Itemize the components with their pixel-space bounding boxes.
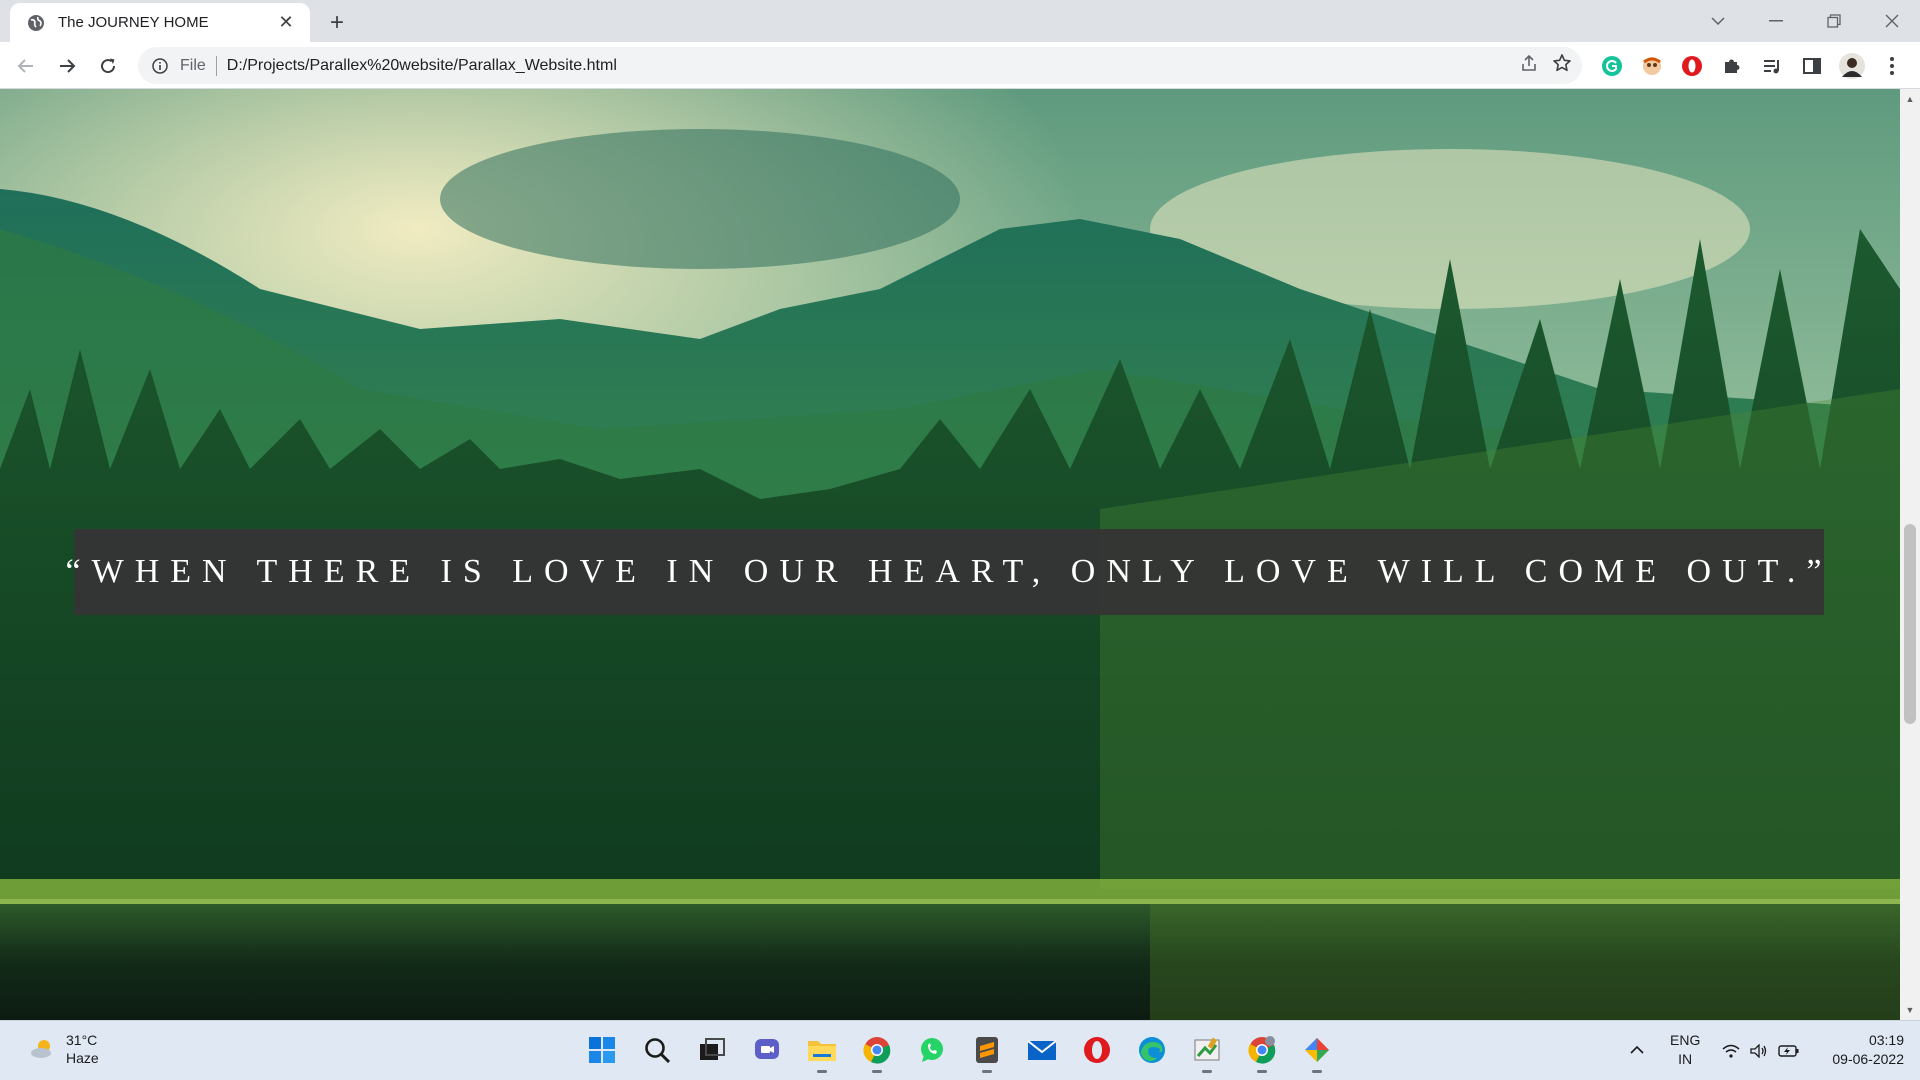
close-window-button[interactable] bbox=[1864, 0, 1920, 42]
start-icon[interactable] bbox=[582, 1030, 622, 1070]
windows-taskbar: 31°C Haze ENG IN 03:19 09-06-2022 bbox=[0, 1020, 1920, 1080]
search-icon[interactable] bbox=[637, 1030, 677, 1070]
back-button[interactable] bbox=[9, 49, 43, 83]
language-line2: IN bbox=[1678, 1051, 1693, 1067]
url-separator bbox=[215, 55, 217, 76]
tab-strip: The JOURNEY HOME ✕ + bbox=[0, 0, 1920, 42]
share-icon[interactable] bbox=[1520, 54, 1538, 77]
quote-banner: “WHEN THERE IS LOVE IN OUR HEART, ONLY L… bbox=[66, 529, 1824, 615]
scroll-down-arrow[interactable]: ▼ bbox=[1900, 1002, 1920, 1018]
address-bar[interactable]: File D:/Projects/Parallex%20website/Para… bbox=[138, 47, 1582, 84]
volume-icon bbox=[1750, 1044, 1767, 1058]
minimize-button[interactable] bbox=[1748, 0, 1804, 42]
new-tab-button[interactable]: + bbox=[322, 8, 352, 38]
restore-icon bbox=[1827, 14, 1841, 28]
media-queue-icon[interactable] bbox=[1757, 51, 1787, 81]
avatar-extension-icon[interactable] bbox=[1637, 51, 1667, 81]
tab-search-button[interactable] bbox=[1690, 0, 1746, 42]
extensions-puzzle-icon[interactable] bbox=[1717, 51, 1747, 81]
weather-temp: 31°C bbox=[66, 1032, 98, 1048]
system-clock[interactable]: 03:19 09-06-2022 bbox=[1820, 1031, 1904, 1069]
mail-icon[interactable] bbox=[1022, 1030, 1062, 1070]
grammarly-extension-icon[interactable] bbox=[1597, 51, 1627, 81]
language-line1: ENG bbox=[1670, 1032, 1701, 1048]
scroll-up-arrow[interactable]: ▲ bbox=[1900, 91, 1920, 107]
url-scheme: File bbox=[180, 56, 206, 74]
battery-charging-icon bbox=[1778, 1045, 1799, 1057]
reload-icon bbox=[101, 58, 116, 74]
clock-date: 09-06-2022 bbox=[1832, 1051, 1904, 1067]
chrome-profile-icon[interactable] bbox=[1242, 1030, 1282, 1073]
weather-haze-icon bbox=[31, 1040, 51, 1058]
page-viewport: “WHEN THERE IS LOVE IN OUR HEART, ONLY L… bbox=[0, 89, 1900, 1020]
file-explorer-icon[interactable] bbox=[802, 1030, 842, 1073]
minimize-icon bbox=[1769, 20, 1783, 22]
side-panel-icon[interactable] bbox=[1797, 51, 1827, 81]
browser-toolbar: File D:/Projects/Parallex%20website/Para… bbox=[0, 42, 1920, 89]
forward-button[interactable] bbox=[50, 49, 84, 83]
opera-icon[interactable] bbox=[1077, 1030, 1117, 1070]
clock-time: 03:19 bbox=[1868, 1032, 1904, 1048]
whatsapp-icon[interactable] bbox=[912, 1030, 952, 1070]
chrome-menu-icon[interactable] bbox=[1877, 51, 1907, 81]
task-view-icon[interactable] bbox=[692, 1030, 732, 1070]
restore-button[interactable] bbox=[1806, 0, 1862, 42]
globe-icon bbox=[26, 13, 46, 33]
tab-close-icon[interactable]: ✕ bbox=[274, 11, 298, 35]
scroll-thumb[interactable] bbox=[1904, 524, 1916, 724]
bookmark-star-icon[interactable] bbox=[1552, 53, 1572, 78]
chevron-down-icon bbox=[1711, 17, 1725, 26]
arrow-right-icon bbox=[60, 59, 76, 73]
system-tray[interactable] bbox=[1722, 1021, 1800, 1080]
arrow-left-icon bbox=[17, 59, 33, 73]
sublime-text-icon[interactable] bbox=[967, 1030, 1007, 1073]
gemini-icon[interactable] bbox=[1297, 1030, 1337, 1073]
tab-journey-home[interactable]: The JOURNEY HOME ✕ bbox=[10, 3, 310, 42]
weather-condition: Haze bbox=[66, 1050, 99, 1066]
teams-chat-icon[interactable] bbox=[747, 1030, 787, 1070]
profile-avatar[interactable] bbox=[1837, 51, 1867, 81]
tab-title: The JOURNEY HOME bbox=[58, 14, 209, 31]
opera-extension-icon[interactable] bbox=[1677, 51, 1707, 81]
quote-text: “WHEN THERE IS LOVE IN OUR HEART, ONLY L… bbox=[65, 553, 1833, 590]
info-icon[interactable] bbox=[150, 56, 170, 76]
weather-widget[interactable]: 31°C Haze bbox=[30, 1031, 99, 1067]
close-icon bbox=[1885, 14, 1899, 28]
edge-icon[interactable] bbox=[1132, 1030, 1172, 1070]
paint-icon[interactable] bbox=[1187, 1030, 1227, 1073]
wifi-icon bbox=[1722, 1044, 1740, 1058]
url-text[interactable]: D:/Projects/Parallex%20website/Parallax_… bbox=[227, 57, 617, 75]
chevron-up-icon[interactable] bbox=[1619, 1030, 1655, 1070]
chrome-icon[interactable] bbox=[857, 1030, 897, 1073]
language-indicator[interactable]: ENG IN bbox=[1670, 1031, 1700, 1069]
page-scrollbar[interactable]: ▲ ▼ bbox=[1900, 89, 1920, 1020]
reload-button[interactable] bbox=[91, 49, 125, 83]
